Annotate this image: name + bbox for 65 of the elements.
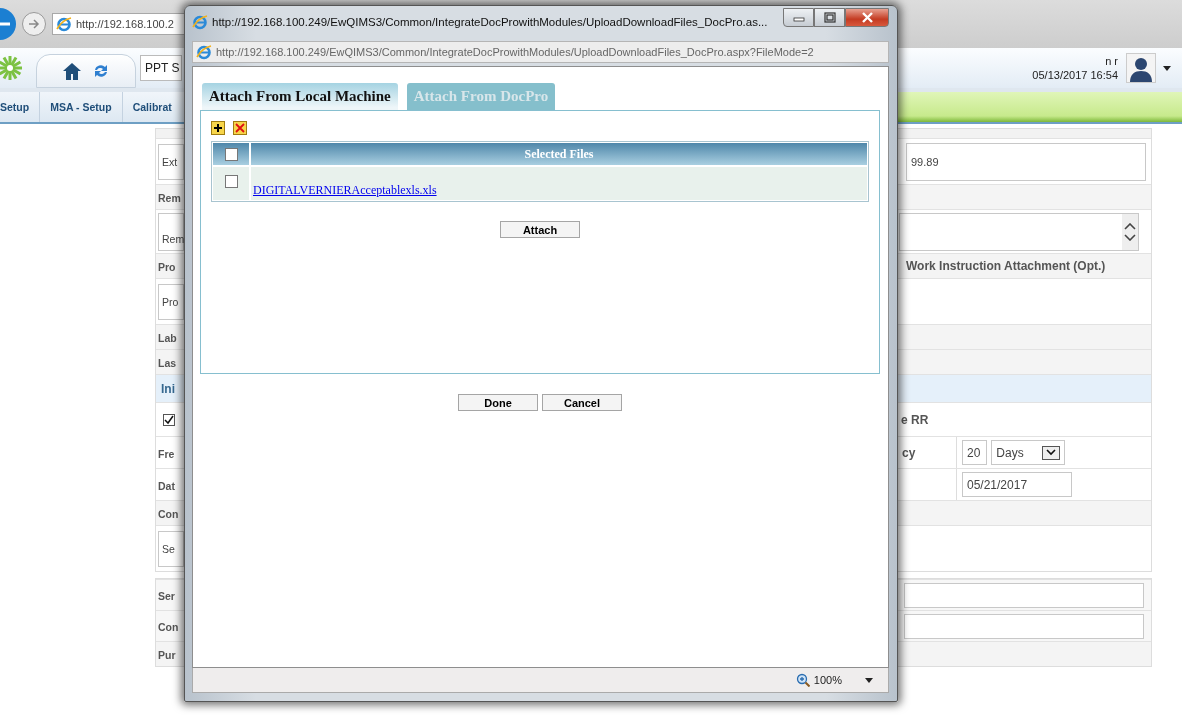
field-label: Lab: [157, 331, 177, 344]
text-field[interactable]: Ext: [158, 143, 184, 180]
checkbox[interactable]: [224, 147, 238, 161]
close-button[interactable]: [845, 8, 889, 27]
dialog-button[interactable]: Cancel: [542, 394, 622, 411]
text-field[interactable]: 99.89: [906, 142, 1146, 181]
field-label: Con: [157, 620, 179, 633]
field-label: e RR: [900, 412, 929, 427]
field-label: Pur: [157, 648, 176, 661]
file-link[interactable]: DIGITALVERNIERAcceptablexls.xls: [253, 183, 437, 198]
menu-item[interactable]: Setup: [0, 92, 41, 122]
column-header: Selected Files: [524, 146, 594, 162]
maximize-icon: [823, 12, 836, 23]
text-field[interactable]: Se: [158, 530, 184, 567]
forward-button[interactable]: [22, 12, 46, 36]
dialog-button[interactable]: Done: [458, 394, 538, 411]
text-field[interactable]: [904, 582, 1144, 608]
address-bar[interactable]: http://192.168.100.2: [52, 13, 186, 35]
refresh-icon[interactable]: [92, 62, 110, 80]
dropdown[interactable]: Days: [991, 440, 1066, 465]
maximize-button[interactable]: [814, 8, 845, 27]
field-label: Con: [157, 507, 179, 520]
field-label: Ser: [157, 589, 175, 602]
avatar[interactable]: [1126, 53, 1156, 83]
caret-icon[interactable]: [864, 676, 874, 684]
date-time: 05/13/2017 16:54: [1032, 69, 1118, 81]
ie-logo-icon: [56, 16, 72, 32]
checkmark-icon: [164, 414, 174, 425]
field-label: Las: [157, 356, 177, 369]
attach-button[interactable]: Attach: [500, 221, 580, 238]
chevron-down-icon: [1046, 449, 1057, 456]
text-field[interactable]: Pro: [158, 283, 184, 320]
section-title: Ini: [160, 381, 175, 396]
tab[interactable]: Attach From Local Machine: [202, 83, 398, 110]
address-bar[interactable]: http://192.168.100.249/EwQIMS3/Common/IntegrateDocProwithModules/UploadDownloadFiles_DocPro.aspx?FileMode=2: [192, 41, 889, 63]
search-field[interactable]: PPT S: [140, 55, 182, 81]
arrow-right-icon: [27, 17, 41, 31]
user-name: n r: [1105, 55, 1118, 67]
field-label: Pro: [157, 260, 176, 273]
checkbox[interactable]: [224, 175, 238, 188]
text-field[interactable]: [904, 613, 1144, 639]
minimize-button[interactable]: [783, 8, 814, 27]
delete-icon[interactable]: [233, 121, 247, 135]
menu-item[interactable]: MSA - Setup: [40, 92, 123, 122]
menu-item[interactable]: Calibrat: [122, 92, 172, 122]
field-label: Fre: [157, 446, 175, 460]
field-label: Rem: [157, 191, 181, 204]
home-tab[interactable]: [36, 54, 136, 88]
zoom-icon[interactable]: [795, 673, 810, 687]
text-field[interactable]: 20: [962, 440, 988, 465]
text-field[interactable]: 05/21/2017: [962, 472, 1072, 497]
caret-icon[interactable]: [1162, 64, 1172, 72]
zoom-level[interactable]: 100%: [813, 674, 842, 686]
home-icon[interactable]: [62, 61, 82, 81]
person-silhouette-icon: [1128, 56, 1154, 82]
field-label: Work Instruction Attachment (Opt.): [905, 259, 1106, 273]
close-icon: [860, 11, 874, 24]
plus-icon[interactable]: [211, 121, 225, 135]
ie-logo-icon: [196, 44, 212, 60]
checkbox[interactable]: [163, 413, 175, 426]
field-label: Dat: [157, 478, 175, 492]
scroll-arrows-icon[interactable]: [1123, 222, 1137, 241]
field-label: cy: [901, 445, 916, 460]
ie-logo-icon: [192, 14, 208, 30]
window-title: http://192.168.100.249/EwQIMS3/Common/IntegrateDocProwithModules/UploadDownloadFiles_DocPro.as...: [212, 16, 769, 28]
